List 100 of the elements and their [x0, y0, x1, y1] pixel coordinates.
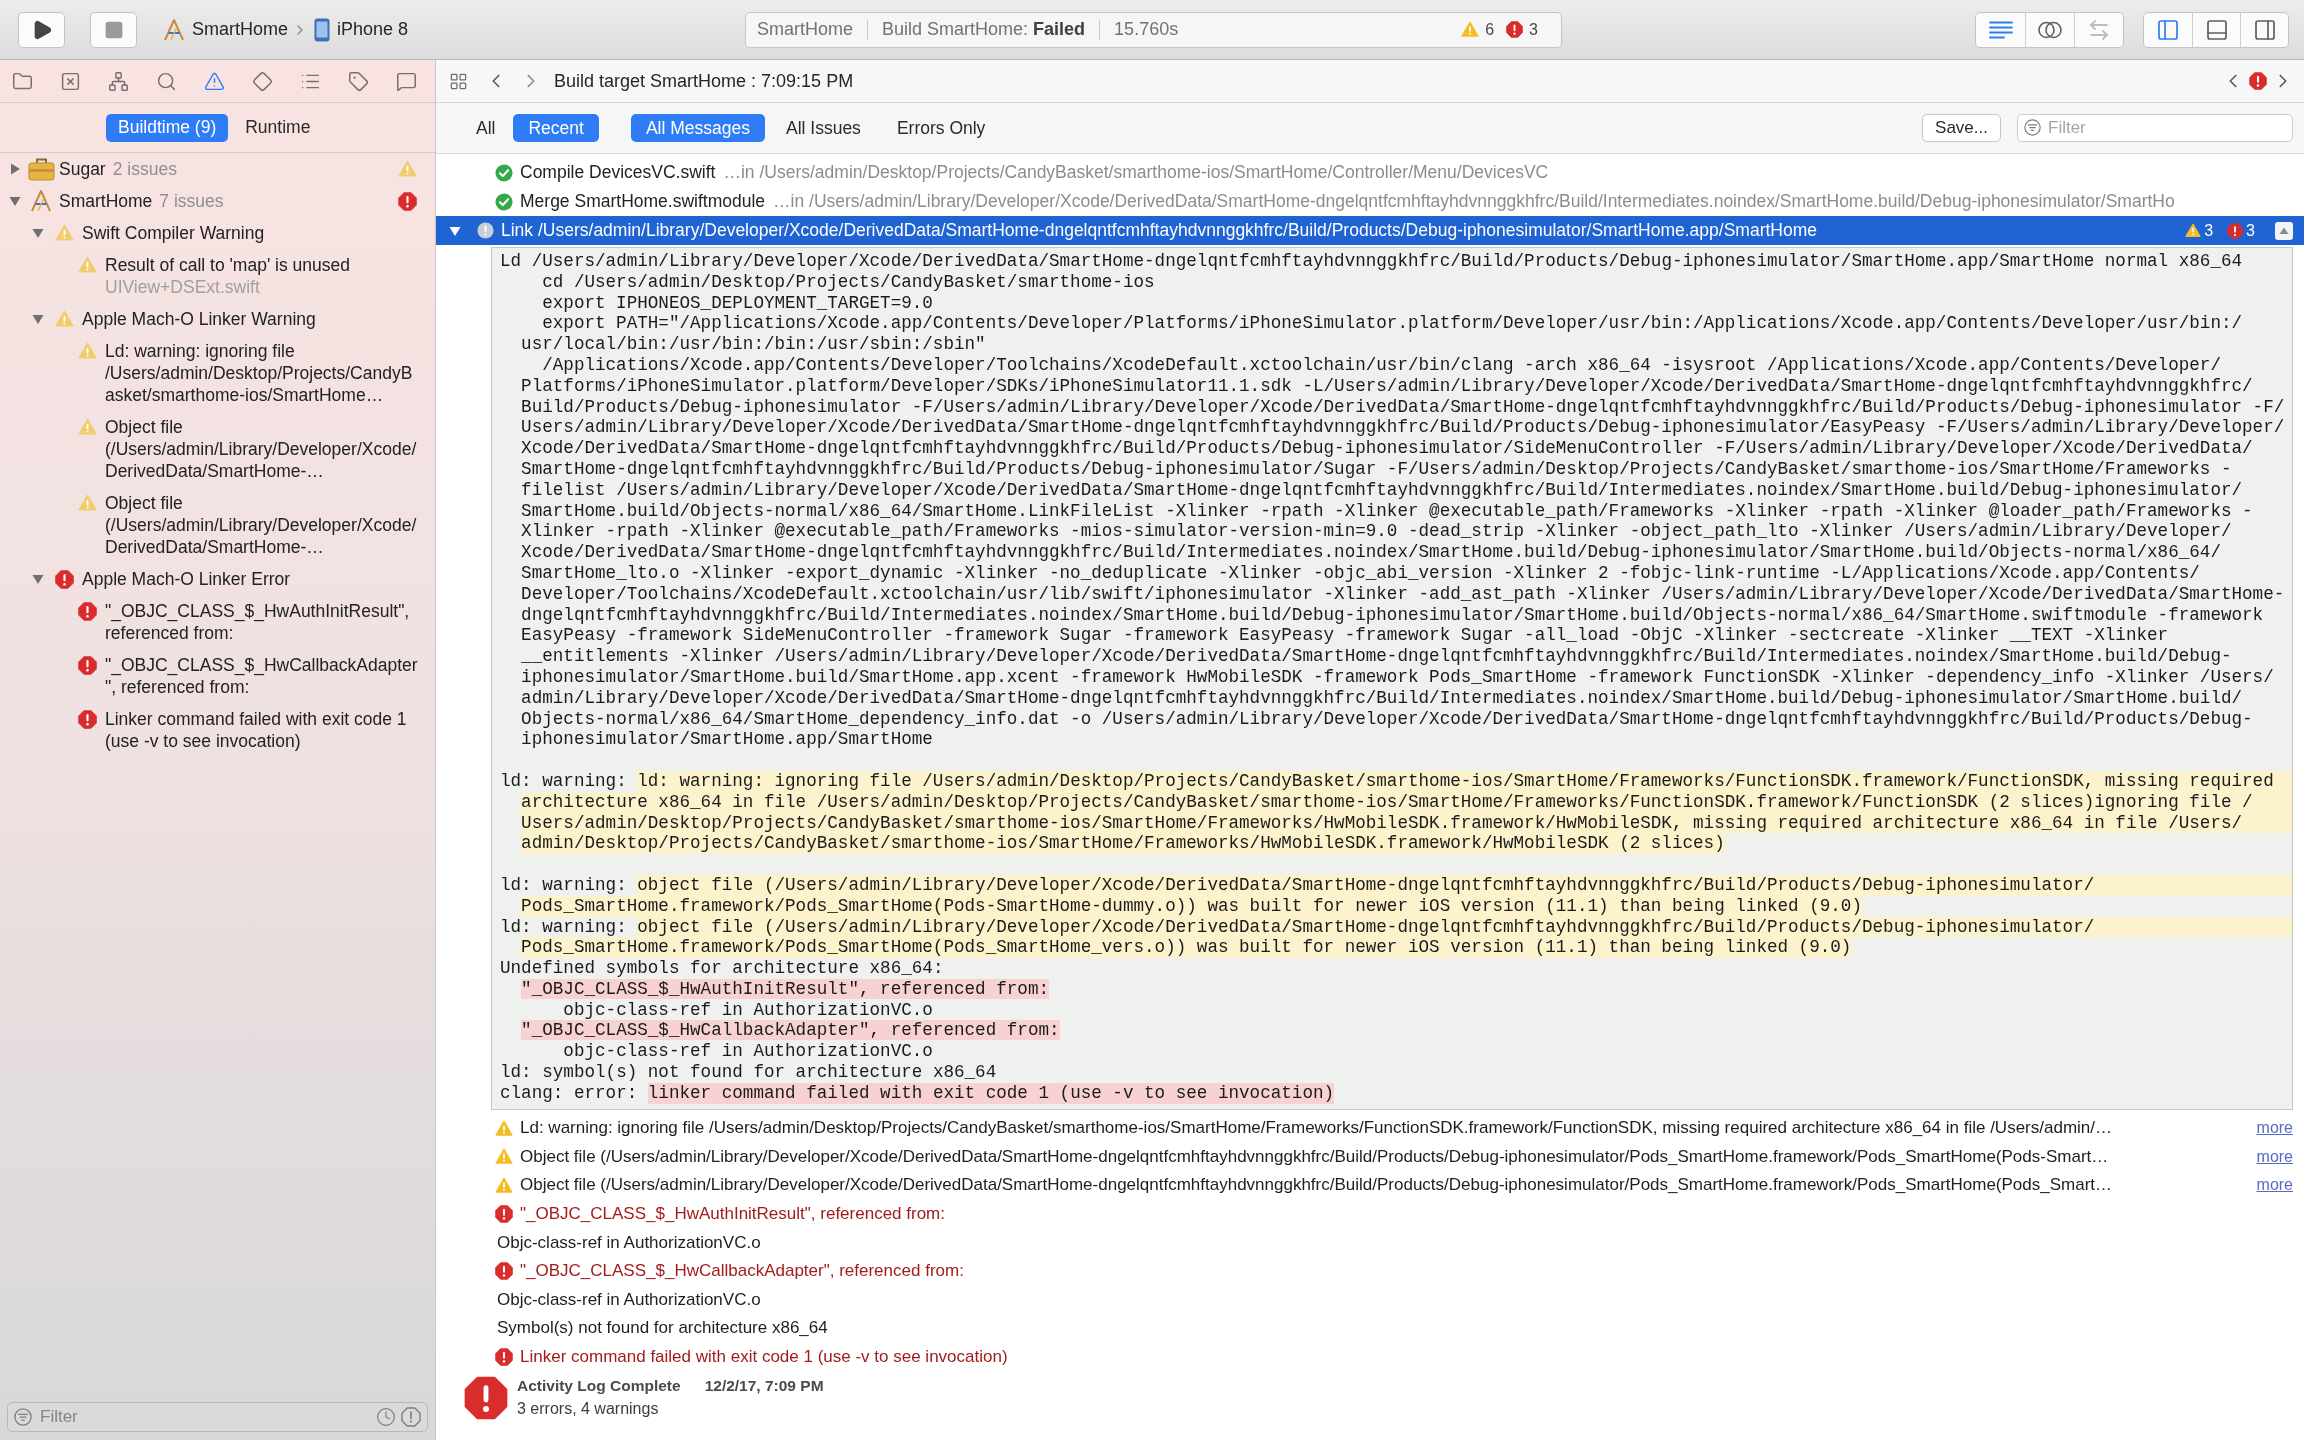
target-name[interactable]: Sugar — [59, 155, 106, 183]
step-title: Merge SmartHome.swiftmodule — [520, 190, 766, 214]
left-panel-icon — [2156, 17, 2180, 42]
issue-group-title[interactable]: Apple Mach-O Linker Warning — [82, 305, 316, 333]
issue-message: Symbol(s) not found for architecture x86_64 — [497, 1317, 828, 1340]
issue-text[interactable]: Linker command failed with exit code 1 (use -v to see invocation) — [105, 708, 421, 752]
linker-warning: ld: warning: object file (/Users/admin/Library/Developer/Xcode/DerivedData/SmartHome-dngelqntfcmhftayhdvnnggkhfrc/Build/Products/Debug-iphonesimulator/ Pods_SmartHome.framework/Pods_SmartHome(Pods_SmartHome_vers.o)) was built for newer iOS version (11.1) than being linked (9.0) — [500, 916, 2292, 959]
issue-message: Objc-class-ref in AuthorizationVC.o — [497, 1288, 761, 1311]
message-filter-tab[interactable]: All Messages — [630, 114, 765, 142]
a-frame-icon — [29, 189, 53, 213]
build-command: Ld /Users/admin/Library/Developer/Xcode/DerivedData/SmartHome-dngelqntfcmhftayhdvnnggkhfrc/Build/Products/Debug-iphonesimulator/SmartHome.app/SmartHome normal x86_64 cd /Users/admin/Desktop/Projects/CandyBasket/smarthome-ios export IPHONEOS_DEPLOYMENT_TARGET=9.0 export PATH="/Applications/Xcode.app/Contents/Developer/Platforms/iPhoneSimulator.platform/Developer/usr/bin:/Applications/Xcode.app/Contents/Developer/usr/bin:/ usr/local/bin:/usr/bin:/bin:/usr/sbin:/sbin" /Applications/Xcode.app/Contents/Developer/Toolchains/XcodeDefault.xctoolchain/usr/bin/clang -arch x86_64 -isysroot /Applications/Xcode.app/Contents/Developer/ Platforms/iPhoneSimulator.platform/Developer/SDKs/iPhoneSimulator11.1.sdk -L/Users/admin/Library/Developer/Xcode/DerivedData/SmartHome-dngelqntfcmhftayhdvnnggkhfrc/ Build/Products/Debug-iphonesimulator -F/Users/admin/Library/Developer/Xcode/DerivedData/SmartHome-dngelqntfcmhftayhdvnnggkhfrc/Build/Products/Debug-iphonesimulator -F/ Users/admin/Library/Developer/Xcode/DerivedData/SmartHome-dngelqntfcmhftayhdvnnggkhfrc/Build/Products/Debug-iphonesimulator/EasyPeasy -F/Users/admin/Library/Developer/ Xcode/DerivedData/SmartHome-dngelqntfcmhftayhdvnnggkhfrc/Build/Products/Debug-iphonesimulator/SideMenuController -F/Users/admin/Library/Developer/Xcode/DerivedData/ SmartHome-dngelqntfcmhftayhdvnnggkhfrc/Build/Products/Debug-iphonesimulator/Sugar -F/Users/admin/Desktop/Projects/CandyBasket/smarthome-ios/SmartHome/Frameworks - filelist /Users/admin/Library/Developer/Xcode/DerivedData/SmartHome-dngelqntfcmhftayhdvnnggkhfrc/Build/Intermediates.noindex/SmartHome.build/Debug-iphonesimulator/ SmartHome.build/Objects-normal/x86_64/SmartHome.LinkFileList -Xlinker -rpath -Xlinker @executable_path/Frameworks -Xlinker -rpath -Xlinker @loader_path/Frameworks - Xlinker -rpath -Xlinker @executable_path/Frameworks -mios-simulator-version-min=9.0 -dead_strip -Xlinker -object_path_lto -Xlinker /Users/admin/Library/Developer/ Xcode/DerivedData/SmartHome-dngelqntfcmhftayhdvnnggkhfrc/Build/Intermediates.noindex/SmartHome.build/Debug-iphonesimulator/SmartHome.build/Objects-normal/x86_64/ SmartHome_lto.o -Xlinker -export_dynamic -Xlinker -no_deduplicate -Xlinker -objc_abi_version -Xlinker 2 -fobjc-link-runtime -L/Applications/Xcode.app/Contents/ Developer/Toolchains/XcodeDefault.xctoolchain/usr/lib/swift/iphonesimulator -Xlinker -add_ast_path -Xlinker /Users/admin/Library/Developer/Xcode/DerivedData/SmartHome- dngelqntfcmhftayhdvnnggkhfrc/Build/Intermediates.noindex/SmartHome.build/Debug-iphonesimulator/SmartHome.build/Objects-normal/x86_64/SmartHome.swiftmodule -framework EasyPeasy -framework SideMenuController -framework Sugar -framework EasyPeasy -framework Sugar -all_load -ObjC -Xlinker -sectcreate -Xlinker __TEXT -Xlinker __entitlements -Xlinker /Users/admin/Library/Developer/Xcode/DerivedData/SmartHome-dngelqntfcmhftayhdvnnggkhfrc/Build/Intermediates.noindex/SmartHome.build/Debug- iphonesimulator/SmartHome.build/SmartHome.app.xcent -framework HwMobileSDK -framework Pods_SmartHome -framework FunctionSDK -Xlinker -dependency_info -Xlinker /Users/ admin/Library/Developer/Xcode/DerivedData/SmartHome-dngelqntfcmhftayhdvnnggkhfrc/Build/Intermediates.noindex/SmartHome.build/Debug-iphonesimulator/SmartHome.build/ Objects-normal/x86_64/SmartHome_dependency_info.dat -o /Users/admin/Library/Developer/Xcode/DerivedData/SmartHome-dngelqntfcmhftayhdvnnggkhfrc/Build/Products/Debug- iphonesimulator/SmartHome.app/SmartHome — [500, 251, 2286, 751]
warning-count: 3 — [2204, 220, 2214, 241]
editor-mode-segmented-control[interactable] — [1975, 11, 2124, 48]
panel-toggle-segmented-control[interactable] — [2143, 11, 2289, 48]
message-filter-tab[interactable]: All Issues — [771, 114, 876, 142]
log-line: ld: symbol(s) not found for architecture x86_64 — [500, 1062, 998, 1083]
error-icon[interactable] — [2249, 72, 2267, 90]
more-link[interactable]: more — [2246, 1115, 2293, 1140]
issue-message: "_OBJC_CLASS_$_HwCallbackAdapter", referenced from: — [520, 1260, 964, 1283]
speech-bubble-icon[interactable] — [396, 70, 417, 92]
target-name[interactable]: SmartHome — [59, 187, 153, 215]
scope-tab[interactable]: Buildtime (9) — [106, 113, 229, 142]
error-icon — [464, 1375, 508, 1420]
issue-text[interactable]: Object file (/Users/admin/Library/Developer/Xcode/DerivedData/SmartHome-… — [105, 416, 421, 482]
issue-text[interactable]: Ld: warning: ignoring file /Users/admin/Desktop/Projects/CandyBasket/smarthome-ios/SmartHome… — [105, 340, 421, 406]
build-step-row[interactable]: Compile DevicesVC.swift …in /Users/admin/Desktop/Projects/CandyBasket/smarthome-ios/SmartHome/Controller/Menu/DevicesVC — [436, 158, 2304, 187]
scope-tab[interactable]: Runtime — [233, 113, 323, 142]
issue-message: Object file (/Users/admin/Library/Developer/Xcode/DerivedData/SmartHome-dngelqntfcmhftayhdvnnggkhfrc/Build/Products/Debug-iphonesimulator/Pods_SmartHome.framework/Pods_SmartHome(Pods_Smart… — [520, 1174, 2113, 1197]
step-location: …in /Users/admin/Desktop/Projects/CandyBasket/smarthome-ios/SmartHome/Controller/Menu/DevicesVC — [723, 161, 1549, 185]
check-circle-icon — [495, 163, 513, 182]
issue-message: Linker command failed with exit code 1 (use -v to see invocation) — [520, 1345, 1008, 1368]
x-square-icon[interactable] — [60, 70, 81, 92]
error-icon — [495, 1204, 513, 1223]
folder-icon[interactable] — [12, 70, 33, 92]
disclosure-triangle-icon[interactable] — [9, 163, 21, 175]
right-panel-icon — [2252, 17, 2277, 42]
linker-error: clang: error: linker command failed with exit code 1 (use -v to see invocation) — [500, 1082, 1336, 1104]
overlapping-circles-icon — [2038, 20, 2062, 39]
missing-symbol: "_OBJC_CLASS_$_HwAuthInitResult", referenced from: — [520, 978, 1051, 1000]
symbol-reference: objc-class-ref in AuthorizationVC.o — [562, 999, 934, 1021]
issue-message: Ld: warning: ignoring file /Users/admin/Desktop/Projects/CandyBasket/smarthome-ios/SmartHome/Frameworks/FunctionSDK.framework/FunctionSDK, missing required architecture x86_64 in file /Users/admin/… — [520, 1117, 2112, 1140]
check-circle-icon — [495, 192, 513, 211]
stop-icon — [103, 19, 124, 40]
destination-button[interactable]: iPhone 8 — [314, 11, 409, 48]
step-title: Link /Users/admin/Library/Developer/Xcode/DerivedData/SmartHome-dngelqntfcmhftayhdvnnggkhfrc/Build/Products/Debug-iphonesimulator/SmartHome.app/SmartHome — [501, 219, 1818, 243]
error-icon — [1506, 21, 1524, 38]
more-link[interactable]: more — [2246, 1173, 2293, 1198]
linker-warning: ld: warning: object file (/Users/admin/Library/Developer/Xcode/DerivedData/SmartHome-dngelqntfcmhftayhdvnnggkhfrc/Build/Products/Debug-iphonesimulator/ Pods_SmartHome.framework/Pods_SmartHome(Pods-SmartHome-dummy.o)) was built for newer iOS version (11.1) than being linked (9.0) — [500, 874, 2292, 917]
activity-time: 12/2/17, 7:09 PM — [704, 1376, 824, 1396]
phone-icon — [314, 17, 331, 42]
toolbox-icon — [27, 157, 55, 181]
step-location: …in /Users/admin/Library/Developer/Xcode/DerivedData/SmartHome-dngelqntfcmhftayhdvnnggkhfrc/Build/Intermediates.noindex/SmartHome.build/Debug-iphonesimulator/SmartHo — [773, 190, 2175, 214]
search-icon[interactable] — [156, 70, 177, 92]
log-line: Undefined symbols for architecture x86_64: — [500, 958, 945, 979]
error-icon — [495, 1347, 513, 1366]
tag-icon[interactable] — [348, 70, 369, 92]
grid-icon[interactable] — [449, 71, 468, 91]
text-lines-icon — [1988, 20, 2013, 39]
hierarchy-icon[interactable] — [108, 70, 129, 92]
message-filter-tab[interactable]: Errors Only — [881, 114, 1001, 142]
issue-message: "_OBJC_CLASS_$_HwAuthInitResult", referenced from: — [520, 1203, 945, 1225]
error-count: 3 — [1529, 19, 1538, 40]
issue-text[interactable]: "_OBJC_CLASS_$_HwCallbackAdapter", referenced from: — [105, 654, 421, 698]
warning-count: 6 — [1485, 19, 1495, 40]
disclosure-triangle-icon[interactable] — [32, 227, 44, 239]
scheme-button[interactable]: SmartHome — [162, 11, 289, 48]
disclosure-triangle-icon[interactable] — [32, 313, 44, 325]
build-step-row[interactable]: Merge SmartHome.swiftmodule …in /Users/admin/Library/Developer/Xcode/DerivedData/SmartHome-dngelqntfcmhftayhdvnnggkhfrc/Build/Intermediates.noindex/SmartHome.build/Debug-iphonesimulator/SmartHo — [436, 187, 2304, 216]
diamond-icon[interactable] — [252, 70, 273, 92]
error-count: 3 — [2246, 220, 2255, 241]
build-step-row[interactable]: Link /Users/admin/Library/Developer/Xcode/DerivedData/SmartHome-dngelqntfcmhftayhdvnnggkhfrc/Build/Products/Debug-iphonesimulator/SmartHome.app/SmartHome 3 3 — [436, 216, 2304, 245]
issue-text[interactable]: "_OBJC_CLASS_$_HwAuthInitResult", referenced from: — [105, 600, 421, 644]
filter-field[interactable]: Filter — [7, 1402, 428, 1432]
symbol-reference: objc-class-ref in AuthorizationVC.o — [562, 1041, 934, 1063]
octagon-alert-icon[interactable] — [401, 1407, 421, 1427]
log-scope-tab[interactable]: All — [461, 114, 511, 142]
jump-bar-title[interactable]: Build target SmartHome : 7:09:15 PM — [554, 67, 854, 95]
issue-message: Objc-class-ref in AuthorizationVC.o — [497, 1231, 761, 1254]
error-icon — [2227, 222, 2244, 239]
disclosure-triangle-icon[interactable] — [32, 573, 44, 585]
issue-text[interactable]: Result of call to 'map' is unused — [105, 254, 421, 276]
build-status: Build SmartHome: Failed — [882, 18, 1086, 41]
save-button[interactable]: Save... — [1922, 114, 2001, 142]
more-link[interactable]: more — [2246, 1144, 2293, 1169]
issue-group-title[interactable]: Swift Compiler Warning — [82, 219, 265, 247]
issue-message: Object file (/Users/admin/Library/Developer/Xcode/DerivedData/SmartHome-dngelqntfcmhftayhdvnnggkhfrc/Build/Products/Debug-iphonesimulator/Pods_SmartHome.framework/Pods_SmartHome(Pods-Smart… — [520, 1145, 2109, 1168]
issue-group-title[interactable]: Apple Mach-O Linker Error — [82, 565, 291, 593]
issue-text[interactable]: Object file (/Users/admin/Library/Developer/Xcode/DerivedData/SmartHome-… — [105, 492, 421, 558]
exclamation-circle-icon — [477, 222, 494, 239]
disclosure-triangle-icon[interactable] — [449, 224, 461, 237]
disclosure-triangle-icon[interactable] — [9, 195, 21, 207]
log-scope-tab[interactable]: Recent — [513, 114, 599, 142]
error-icon — [495, 1261, 513, 1280]
run-button[interactable] — [18, 11, 65, 48]
search-field[interactable]: Filter — [2017, 114, 2293, 142]
build-duration: 15.760s — [1114, 18, 1179, 41]
left-right-arrows-icon — [2087, 17, 2111, 42]
warning-icon[interactable] — [204, 70, 225, 92]
clock-icon[interactable] — [376, 1407, 396, 1427]
filter-icon — [2024, 119, 2041, 136]
